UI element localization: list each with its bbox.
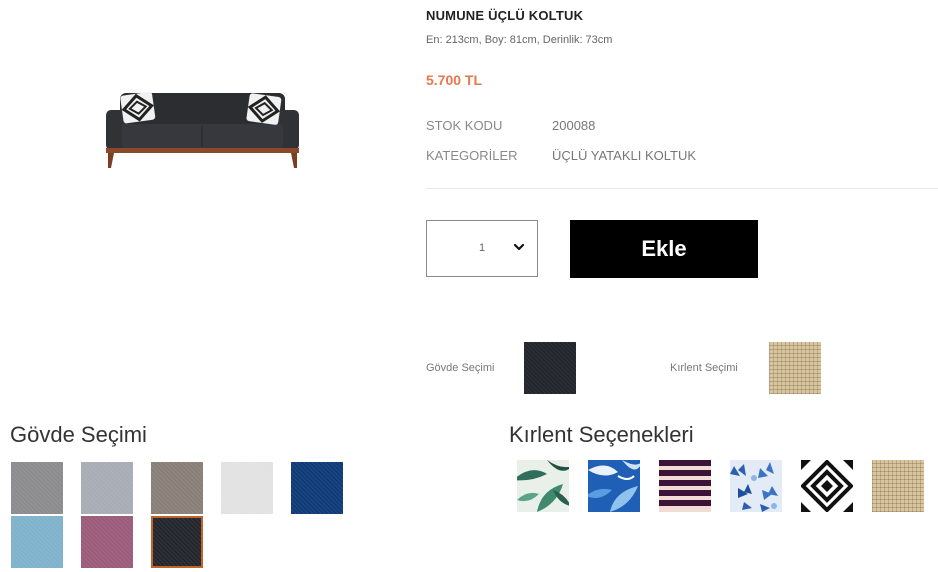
pillow-swatch-green-leaf[interactable]	[517, 460, 569, 512]
body-swatch-mauve[interactable]	[81, 516, 133, 568]
quantity-select[interactable]: 1	[426, 220, 538, 277]
pillow-swatch-black-diamond[interactable]	[801, 460, 853, 512]
category-value[interactable]: ÜÇLÜ YATAKLI KOLTUK	[552, 148, 696, 163]
body-swatch-navy[interactable]	[291, 462, 343, 514]
body-swatch-gray[interactable]	[11, 462, 63, 514]
chevron-down-icon	[513, 243, 525, 251]
pillow-swatch-stripes[interactable]	[659, 460, 711, 512]
body-swatch-anthracite[interactable]	[151, 516, 203, 568]
product-price: 5.700 TL	[426, 72, 483, 88]
body-selection-label: Gövde Seçimi	[426, 362, 495, 374]
body-selection-swatch	[524, 342, 576, 394]
pillow-swatch-blue-floral[interactable]	[730, 460, 782, 512]
body-swatch-off-white[interactable]	[221, 462, 273, 514]
add-to-cart-button[interactable]: Ekle	[570, 220, 758, 278]
body-swatch-taupe[interactable]	[151, 462, 203, 514]
body-swatch-light-gray[interactable]	[81, 462, 133, 514]
pillow-swatch-blue-leaf[interactable]	[588, 460, 640, 512]
divider	[426, 188, 938, 189]
body-swatch-light-blue[interactable]	[11, 516, 63, 568]
pillow-selection-swatch	[769, 342, 821, 394]
stock-code-label: STOK KODU	[426, 118, 503, 133]
product-dimensions: En: 213cm, Boy: 81cm, Derinlik: 73cm	[426, 34, 613, 46]
product-image	[106, 91, 299, 168]
stock-code-value: 200088	[552, 118, 596, 133]
category-label: KATEGORİLER	[426, 148, 518, 163]
pillow-selection-label: Kırlent Seçimi	[670, 362, 738, 374]
product-title: NUMUNE ÜÇLÜ KOLTUK	[426, 8, 584, 23]
body-options-title: Gövde Seçimi	[10, 422, 147, 447]
pillow-options-title: Kırlent Seçenekleri	[509, 422, 694, 447]
pillow-swatch-beige-linen[interactable]	[872, 460, 924, 512]
quantity-value: 1	[479, 242, 486, 254]
